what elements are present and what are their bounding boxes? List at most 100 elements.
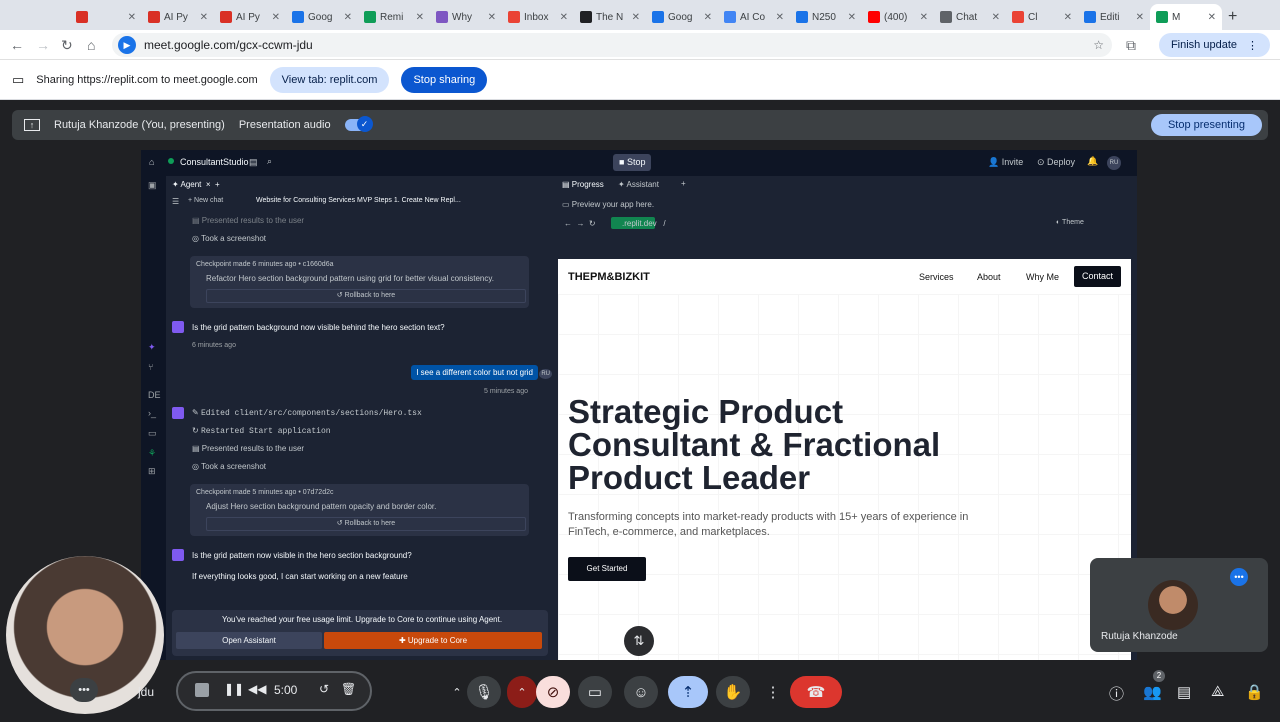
files-icon[interactable]: ▣ bbox=[148, 180, 157, 191]
agent-tab[interactable]: ✦ Agent × + bbox=[172, 180, 220, 189]
browser-nav-icons[interactable]: ← → ↻ bbox=[564, 219, 596, 228]
activities-icon[interactable]: ⟁ bbox=[1211, 683, 1224, 700]
tab-close-icon[interactable]: ✕ bbox=[848, 12, 856, 23]
browser-tab[interactable]: AI Co ✕ bbox=[718, 4, 790, 30]
tab-close-icon[interactable]: ✕ bbox=[632, 12, 640, 23]
nav-services[interactable]: Services bbox=[919, 272, 954, 282]
assistant-tab[interactable]: ✦ Assistant bbox=[618, 180, 659, 189]
user-avatar[interactable]: RU bbox=[1107, 156, 1121, 170]
tab-close-icon[interactable]: ✕ bbox=[560, 12, 568, 23]
stop-button[interactable]: ■ Stop bbox=[613, 154, 652, 171]
deploy-button[interactable]: ⊙ Deploy bbox=[1037, 157, 1075, 168]
browser-tab[interactable]: Remi ✕ bbox=[358, 4, 430, 30]
tab-close-icon[interactable]: ✕ bbox=[200, 12, 208, 23]
more-options-icon[interactable]: ⋮ bbox=[756, 676, 790, 708]
get-started-button[interactable]: Get Started bbox=[568, 557, 646, 581]
delete-icon[interactable]: 🗑 bbox=[341, 682, 356, 696]
reload-icon[interactable]: ↻ bbox=[61, 37, 73, 54]
chat-icon[interactable]: ▤ bbox=[1177, 683, 1191, 701]
tab-close-icon[interactable]: ✕ bbox=[344, 12, 352, 23]
rollback-button[interactable]: ↺ Rollback to here bbox=[206, 289, 526, 303]
nav-about[interactable]: About bbox=[977, 272, 1001, 282]
menu-icon[interactable]: ☰ bbox=[172, 197, 179, 206]
browser-tab[interactable]: Chat ✕ bbox=[934, 4, 1006, 30]
tab-close-icon[interactable]: ✕ bbox=[272, 12, 280, 23]
browser-tab[interactable]: Cl ✕ bbox=[1006, 4, 1078, 30]
presentation-audio-toggle[interactable] bbox=[344, 116, 373, 132]
captions-button[interactable]: ▭ bbox=[578, 676, 612, 708]
browser-tab[interactable]: N250 ✕ bbox=[790, 4, 862, 30]
home-icon[interactable]: ⌂ bbox=[87, 37, 95, 53]
console-icon[interactable]: DE bbox=[148, 390, 161, 400]
browser-tab[interactable]: M ✕ bbox=[1150, 4, 1222, 30]
leave-call-button[interactable]: ☎ bbox=[790, 676, 842, 708]
present-button[interactable]: ⇡ bbox=[668, 676, 708, 708]
new-chat-button[interactable]: + New chat bbox=[188, 197, 223, 204]
browser-tab[interactable]: (400) ✕ bbox=[862, 4, 934, 30]
add-tab-icon[interactable]: + bbox=[681, 179, 686, 188]
tab-close-icon[interactable]: ✕ bbox=[704, 12, 712, 23]
browser-tab[interactable]: ✕ bbox=[70, 4, 142, 30]
tab-close-icon[interactable]: ✕ bbox=[1064, 12, 1072, 23]
stop-sharing-button[interactable]: Stop sharing bbox=[401, 66, 488, 93]
view-tab-button[interactable]: View tab: replit.com bbox=[269, 66, 390, 93]
browser-tab[interactable]: The N ✕ bbox=[574, 4, 646, 30]
tab-close-icon[interactable]: ✕ bbox=[1208, 12, 1216, 23]
chat-title[interactable]: Website for Consulting Services MVP Step… bbox=[256, 197, 461, 204]
progress-tab[interactable]: ▤ Progress bbox=[562, 180, 604, 189]
layout-icon[interactable]: ▤ bbox=[249, 157, 258, 168]
host-controls-icon[interactable]: 🔒 bbox=[1245, 683, 1264, 701]
theme-button[interactable]: ◐ Theme bbox=[1056, 219, 1084, 226]
open-assistant-button[interactable]: Open Assistant bbox=[176, 632, 322, 649]
rollback-button[interactable]: ↺ Rollback to here bbox=[206, 517, 526, 531]
self-video-options-icon[interactable]: ••• bbox=[70, 678, 98, 702]
new-tab-icon[interactable]: + bbox=[1228, 4, 1237, 30]
swap-layout-button[interactable]: ⇅ bbox=[624, 626, 654, 656]
stop-record-icon[interactable] bbox=[195, 683, 209, 697]
people-icon[interactable]: 👥 bbox=[1143, 683, 1162, 701]
tab-close-icon[interactable]: ✕ bbox=[488, 12, 496, 23]
invite-button[interactable]: 👤 Invite bbox=[988, 157, 1023, 168]
tools-icon[interactable]: ⊞ bbox=[148, 466, 156, 477]
browser-tab[interactable]: AI Py ✕ bbox=[214, 4, 286, 30]
tab-close-icon[interactable]: ✕ bbox=[920, 12, 928, 23]
agent-icon[interactable]: ✦ bbox=[148, 342, 156, 353]
emoji-button[interactable]: ☺ bbox=[624, 676, 658, 708]
video-options-chevron-icon[interactable]: ⌃ bbox=[507, 676, 537, 708]
camera-off-button[interactable]: ⊘ bbox=[536, 676, 570, 708]
extensions-icon[interactable]: ⧉ bbox=[1126, 37, 1136, 54]
participant-more-icon[interactable]: ••• bbox=[1230, 568, 1248, 586]
bookmark-star-icon[interactable]: ☆ bbox=[1093, 38, 1104, 52]
git-icon[interactable]: ⑂ bbox=[148, 362, 153, 372]
raise-hand-button[interactable]: ✋ bbox=[716, 676, 750, 708]
site-logo[interactable]: THEPM&BIZKIT bbox=[568, 271, 650, 283]
tab-close-icon[interactable]: ✕ bbox=[128, 12, 136, 23]
forward-icon[interactable]: → bbox=[36, 37, 50, 53]
browser-tab[interactable]: Editi ✕ bbox=[1078, 4, 1150, 30]
pause-icon[interactable]: ❚❚ bbox=[224, 682, 244, 696]
tab-close-icon[interactable]: ✕ bbox=[776, 12, 784, 23]
contact-button[interactable]: Contact bbox=[1074, 266, 1121, 287]
tab-close-icon[interactable]: ✕ bbox=[1136, 12, 1144, 23]
search-icon[interactable]: ⌕ bbox=[267, 156, 272, 167]
meeting-info-icon[interactable]: ⓘ bbox=[1109, 683, 1124, 704]
browser-tab[interactable]: Goog ✕ bbox=[286, 4, 358, 30]
browser-tab[interactable]: Why ✕ bbox=[430, 4, 502, 30]
upgrade-button[interactable]: ✚ Upgrade to Core bbox=[324, 632, 542, 649]
back-icon[interactable]: ← bbox=[10, 37, 24, 53]
shell-icon[interactable]: ›_ bbox=[148, 408, 156, 418]
browser-tab[interactable]: AI Py ✕ bbox=[142, 4, 214, 30]
browser-tab[interactable]: Goog ✕ bbox=[646, 4, 718, 30]
tab-close-icon[interactable]: ✕ bbox=[416, 12, 424, 23]
preview-url[interactable]: .replit.dev / bbox=[622, 219, 666, 228]
finish-update-button[interactable]: Finish update ⋮ bbox=[1158, 33, 1270, 57]
restart-icon[interactable]: ↺ bbox=[319, 682, 329, 696]
home-icon[interactable]: ⌂ bbox=[149, 157, 154, 167]
tab-close-icon[interactable]: ✕ bbox=[992, 12, 1000, 23]
bell-icon[interactable]: 🔔 bbox=[1087, 156, 1098, 167]
rewind-icon[interactable]: ◀◀ bbox=[248, 682, 266, 696]
browser-tab[interactable]: Inbox ✕ bbox=[502, 4, 574, 30]
webview-icon[interactable]: ▭ bbox=[148, 428, 157, 439]
nav-why-me[interactable]: Why Me bbox=[1026, 272, 1059, 282]
secrets-icon[interactable]: ⚘ bbox=[148, 448, 156, 459]
